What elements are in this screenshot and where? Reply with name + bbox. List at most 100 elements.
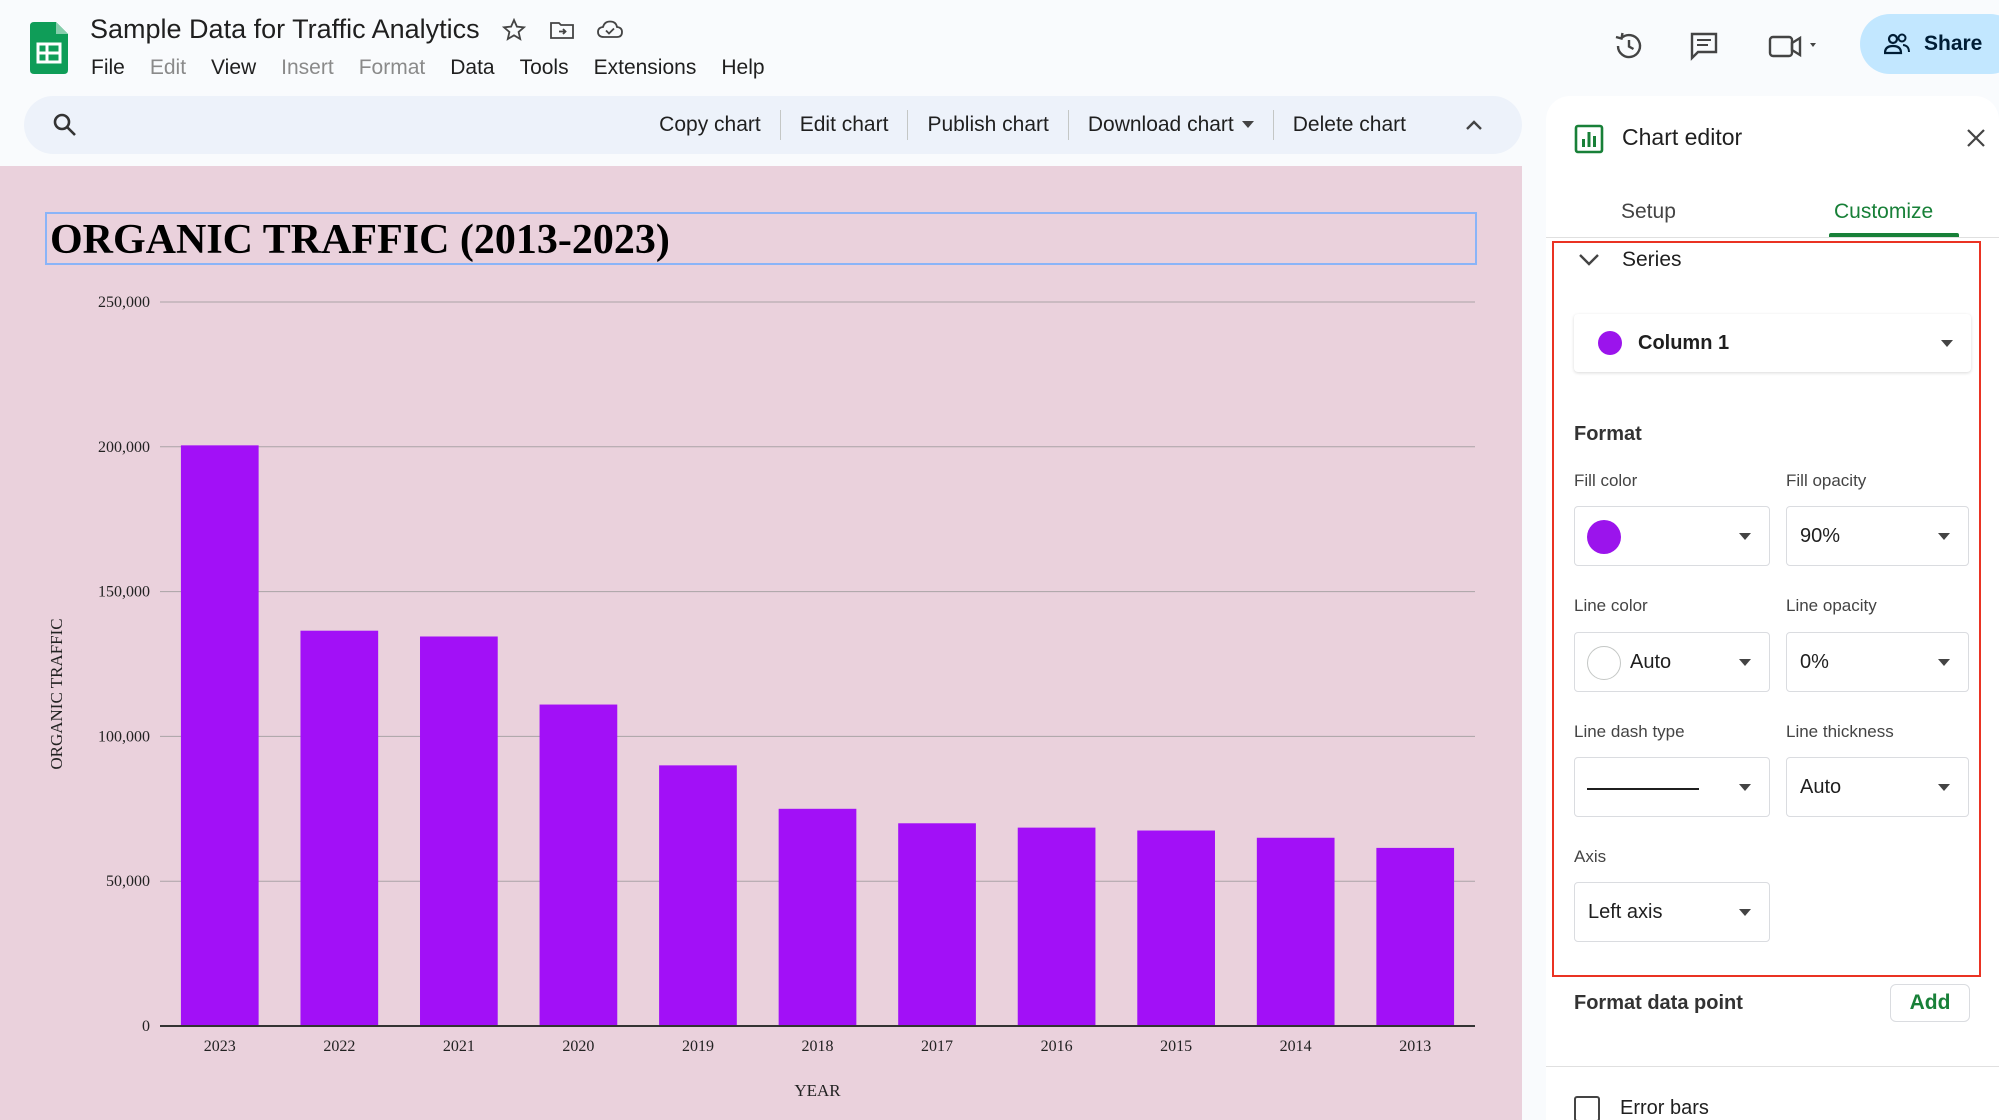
edit-chart-button[interactable]: Edit chart [781,113,908,137]
document-title[interactable]: Sample Data for Traffic Analytics [90,14,480,45]
y-tick-label: 0 [142,1018,150,1035]
meet-video-icon[interactable] [1768,22,1824,70]
tab-customize[interactable]: Customize [1834,200,1933,224]
caret-down-icon [1938,784,1950,791]
bar[interactable] [300,630,379,1026]
axis-value: Left axis [1588,900,1663,923]
bar[interactable] [1137,830,1215,1026]
menu-format[interactable]: Format [359,56,426,80]
menu-tools[interactable]: Tools [520,56,569,80]
publish-chart-button[interactable]: Publish chart [908,113,1067,137]
series-select-value: Column 1 [1638,331,1730,354]
chart-editor-tabs: Setup Customize [1546,178,1999,238]
bar[interactable] [1256,837,1335,1026]
chart-editor-icon [1574,124,1604,154]
menu-insert[interactable]: Insert [281,56,334,80]
bar[interactable] [778,808,857,1026]
chart-title-selection[interactable]: ORGANIC TRAFFIC (2013-2023) [45,212,1477,265]
line-color-label: Line color [1574,596,1648,615]
menu-extensions[interactable]: Extensions [594,56,697,80]
fill-color-select[interactable] [1574,506,1770,566]
menu-file[interactable]: File [91,56,125,80]
star-icon[interactable] [500,16,528,44]
fill-color-label: Fill color [1574,471,1638,490]
cloud-saved-icon[interactable] [596,16,624,44]
chart-editor-title: Chart editor [1622,124,1743,150]
caret-down-icon [1739,909,1751,916]
share-people-icon [1884,33,1910,55]
bar[interactable] [1017,827,1096,1026]
line-opacity-label: Line opacity [1786,596,1877,615]
menu-view[interactable]: View [211,56,256,80]
share-button[interactable]: Share [1860,14,1999,74]
sheets-logo-icon[interactable] [30,22,68,74]
y-tick-label: 100,000 [98,728,150,745]
add-data-point-button[interactable]: Add [1890,984,1970,1022]
y-tick-label: 50,000 [106,873,150,890]
series-section-header[interactable]: Series [1578,248,1682,272]
y-tick-label: 200,000 [98,439,150,456]
x-tick-label: 2016 [1041,1038,1073,1055]
comments-icon[interactable] [1688,22,1720,70]
download-chart-label: Download chart [1087,113,1234,136]
move-folder-icon[interactable] [548,16,576,44]
fill-opacity-select[interactable]: 90% [1786,506,1969,566]
caret-down-icon [1739,784,1751,791]
x-tick-label: 2014 [1280,1038,1312,1055]
search-icon[interactable] [50,110,80,140]
column-chart[interactable]: 0 50,000 100,000 150,000 200,000 250,000 2023 2… [0,166,1522,1120]
menu-help[interactable]: Help [721,56,764,80]
line-color-select[interactable]: Auto [1574,632,1770,692]
chart-editor-header: Chart editor [1546,96,1999,178]
caret-down-icon [1739,533,1751,540]
collapse-toolbar-button[interactable] [1425,119,1502,131]
share-label: Share [1924,32,1983,55]
line-thickness-select[interactable]: Auto [1786,757,1969,817]
x-tick-label: 2015 [1160,1038,1192,1055]
version-history-icon[interactable] [1612,22,1646,70]
download-chart-button[interactable]: Download chart [1069,113,1273,137]
line-color-swatch [1587,646,1621,680]
solid-line-preview [1587,788,1699,790]
bar[interactable] [898,823,976,1026]
chart-title[interactable]: ORGANIC TRAFFIC (2013-2023) [50,216,670,264]
fill-opacity-label: Fill opacity [1786,471,1867,490]
format-heading: Format [1574,423,1642,445]
y-tick-label: 150,000 [98,584,150,601]
editor-divider [1546,1066,1999,1067]
x-tick-label: 2019 [682,1038,714,1055]
fill-color-swatch [1587,520,1621,554]
x-tick-label: 2017 [921,1038,953,1055]
series-select[interactable]: Column 1 [1574,314,1971,372]
bar[interactable] [659,765,737,1026]
copy-chart-button[interactable]: Copy chart [640,113,780,137]
bar[interactable] [539,704,618,1026]
close-icon[interactable] [1964,126,1988,150]
format-data-point-label: Format data point [1574,992,1743,1014]
bar[interactable] [420,636,498,1026]
bar[interactable] [180,445,259,1026]
caret-down-icon [1941,340,1953,347]
axis-label: Axis [1574,847,1607,866]
error-bars-label: Error bars [1620,1097,1709,1119]
line-dash-type-select[interactable] [1574,757,1770,817]
chart-toolbar: Copy chart Edit chart Publish chart Down… [24,96,1522,154]
axis-select[interactable]: Left axis [1574,882,1770,942]
x-tick-label: 2023 [204,1038,236,1055]
caret-down-icon [1241,121,1254,128]
menu-data[interactable]: Data [450,56,494,80]
line-color-value: Auto [1630,650,1672,673]
error-bars-checkbox[interactable] [1574,1096,1600,1120]
tab-setup[interactable]: Setup [1621,200,1676,224]
delete-chart-button[interactable]: Delete chart [1274,113,1425,137]
series-section-label: Series [1622,248,1682,271]
menu-edit[interactable]: Edit [150,56,186,80]
caret-down-icon [1938,659,1950,666]
line-opacity-select[interactable]: 0% [1786,632,1969,692]
bar[interactable] [1376,847,1455,1026]
chevron-up-icon [1466,120,1482,130]
line-dash-type-label: Line dash type [1574,722,1685,741]
chart-canvas[interactable]: 0 50,000 100,000 150,000 200,000 250,000 2023 2… [0,166,1522,1120]
fill-opacity-value: 90% [1800,524,1841,547]
y-tick-label: 250,000 [98,294,150,311]
